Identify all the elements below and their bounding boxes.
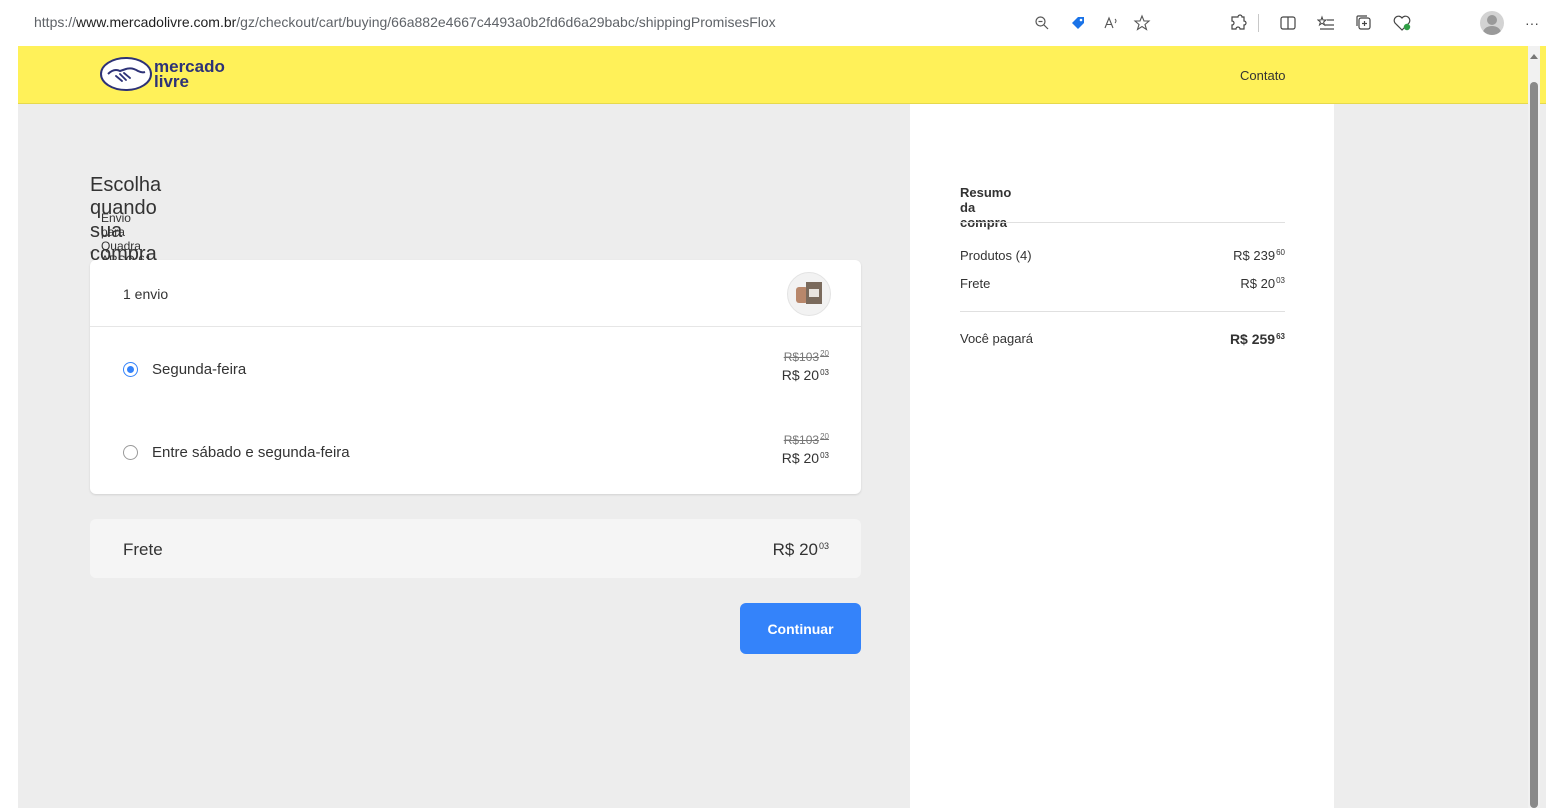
radio-selected[interactable] [123,362,138,377]
product-thumbnail [787,272,831,316]
shopping-tag-icon[interactable] [1068,13,1088,33]
products-value: R$ 23960 [1233,248,1285,263]
discounted-price: R$ 2003 [781,450,829,466]
location-pin-icon [90,251,93,255]
delivery-option-label: Segunda-feira [152,361,247,378]
handshake-logo-icon [100,57,152,91]
scroll-up-arrow-icon[interactable] [1530,54,1538,59]
radio-unselected[interactable] [123,445,138,460]
shipping-total-box: Frete R$ 2003 [90,519,861,578]
discounted-price: R$ 2003 [781,367,829,383]
browser-toolbar: https://www.mercadolivre.com.br/gz/check… [0,0,1558,46]
zoom-out-icon[interactable] [1032,13,1052,33]
continue-button[interactable]: Continuar [740,603,861,654]
site-header: mercado livre Contato [18,46,1546,104]
url-domain: www.mercadolivre.com.br [76,14,237,30]
read-aloud-icon[interactable] [1102,13,1122,33]
address-bar[interactable]: https://www.mercadolivre.com.br/gz/check… [34,14,776,30]
shipping-label: Frete [960,276,991,291]
delivery-option-label: Entre sábado e segunda-feira [152,444,350,461]
brand-wordmark: mercado livre [154,58,225,91]
favorite-star-icon[interactable] [1132,13,1152,33]
more-options-icon[interactable]: ··· [1522,13,1542,33]
brand-line-2: livre [154,72,189,91]
url-path: /gz/checkout/cart/buying/66a882e4667c449… [236,14,776,30]
summary-total-row: Você pagará R$ 25963 [960,331,1285,347]
shipping-value: R$ 2003 [1240,276,1285,291]
delivery-option-monday[interactable]: Segunda-feira R$10320 R$ 2003 [90,327,861,411]
summary-divider [960,311,1285,312]
shipment-header: 1 envio [90,260,861,327]
original-price: R$10320 [783,349,829,364]
original-price: R$10320 [783,432,829,447]
summary-title: Resumo da compra [960,185,1012,230]
summary-shipping-row: Frete R$ 2003 [960,276,1285,291]
collections-icon[interactable] [1354,13,1374,33]
total-label: Você pagará [960,331,1034,346]
profile-avatar-icon[interactable] [1480,11,1504,35]
browser-essentials-icon[interactable] [1392,13,1412,33]
scrollbar-thumb[interactable] [1530,82,1538,808]
favorites-list-icon[interactable] [1316,13,1336,33]
summary-divider [960,222,1285,223]
contact-link[interactable]: Contato [1240,68,1286,83]
summary-products-row: Produtos (4) R$ 23960 [960,248,1285,263]
url-prefix: https:// [34,14,77,30]
shipment-count: 1 envio [123,286,169,302]
shipping-total-value: R$ 2003 [772,540,829,559]
toolbar-separator [1258,14,1259,32]
split-screen-icon[interactable] [1278,13,1298,33]
shipping-total-label: Frete [123,540,163,559]
mercado-livre-logo[interactable]: mercado livre [100,56,225,92]
delivery-option-saturday-monday[interactable]: Entre sábado e segunda-feira R$10320 R$ … [90,410,861,494]
shipment-card: 1 envio Segunda-feira R$10320 R$ 2003 En… [90,260,861,494]
extensions-icon[interactable] [1228,13,1248,33]
total-value: R$ 25963 [1229,331,1285,347]
products-label: Produtos (4) [960,248,1032,263]
